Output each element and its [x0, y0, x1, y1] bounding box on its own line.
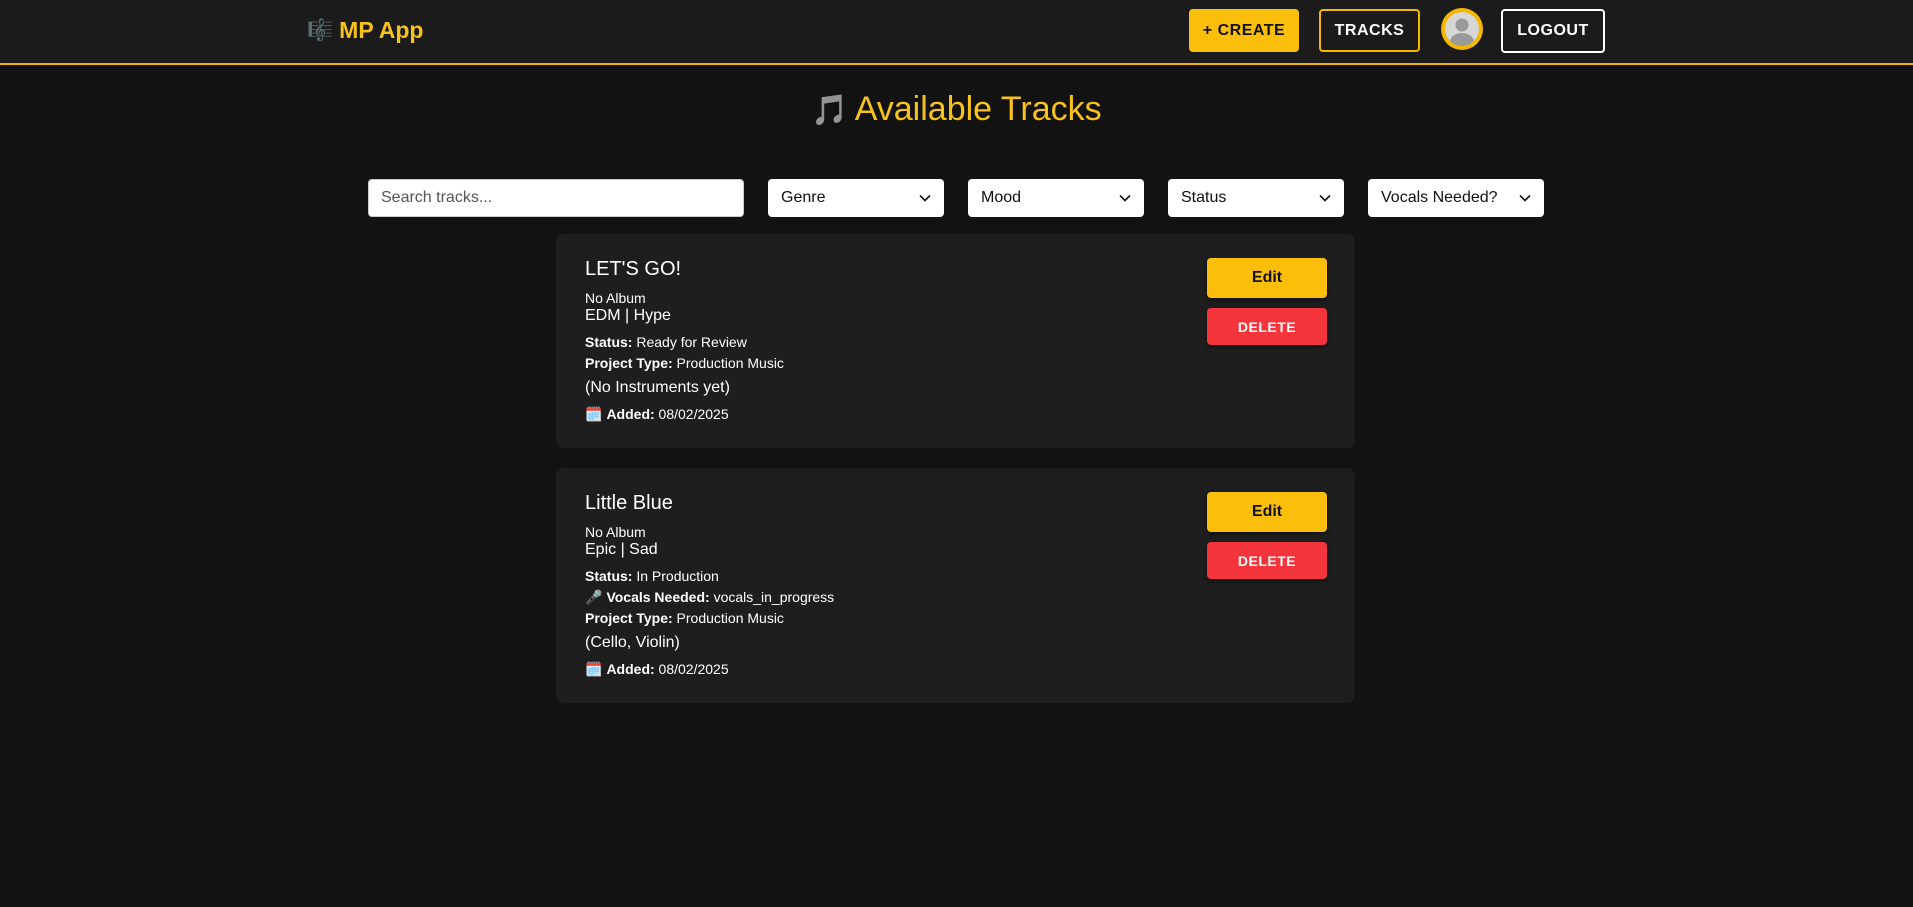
project-type-label: Project Type: — [585, 610, 673, 626]
track-genre-mood: Epic | Sad — [585, 541, 658, 558]
mood-select-value: Mood — [981, 189, 1022, 206]
page-title-text: Available Tracks — [854, 90, 1102, 128]
added-date: 08/02/2025 — [658, 661, 729, 677]
calendar-icon: 🗓️ — [585, 661, 603, 677]
track-title: Little Blue — [585, 492, 673, 514]
chevron-down-icon — [919, 194, 931, 202]
track-title: LET'S GO! — [585, 258, 682, 280]
track-added: 🗓️ Added: 08/02/2025 — [585, 661, 729, 678]
track-album: No Album — [585, 290, 646, 306]
delete-button[interactable]: DELETE — [1207, 308, 1327, 345]
track-card: LET'S GO! No Album EDM | Hype Status: Re… — [556, 234, 1355, 448]
track-project-type: Project Type: Production Music — [585, 355, 784, 371]
user-avatar-icon — [1445, 12, 1479, 46]
vocals-value: vocals_in_progress — [713, 589, 835, 605]
project-type-value: Production Music — [676, 355, 784, 371]
track-project-type: Project Type: Production Music — [585, 610, 784, 626]
logout-button[interactable]: LOGOUT — [1501, 9, 1605, 53]
vocals-select[interactable]: Vocals Needed? — [1368, 179, 1544, 217]
track-album: No Album — [585, 524, 646, 540]
chevron-down-icon — [1119, 194, 1131, 202]
top-navbar: 🎼 MP App + CREATE TRACKS LOGOUT — [0, 0, 1913, 65]
microphone-icon: 🎤 — [585, 589, 603, 605]
chevron-down-icon — [1519, 194, 1531, 202]
project-type-label: Project Type: — [585, 355, 673, 371]
vocals-select-value: Vocals Needed? — [1381, 189, 1498, 206]
search-input[interactable] — [368, 179, 744, 217]
status-select[interactable]: Status — [1168, 179, 1344, 217]
edit-button[interactable]: Edit — [1207, 258, 1327, 298]
create-button[interactable]: + CREATE — [1189, 9, 1299, 52]
brand[interactable]: 🎼 MP App — [307, 16, 424, 44]
delete-button[interactable]: DELETE — [1207, 542, 1327, 579]
chevron-down-icon — [1319, 194, 1331, 202]
project-type-value: Production Music — [676, 610, 784, 626]
status-label: Status: — [585, 568, 633, 584]
music-score-icon: 🎼 — [307, 18, 334, 42]
status-label: Status: — [585, 334, 633, 350]
added-label: Added: — [606, 406, 655, 422]
track-vocals-needed: 🎤 Vocals Needed: vocals_in_progress — [585, 589, 834, 606]
vocals-label: Vocals Needed: — [606, 589, 710, 605]
track-instruments: (No Instruments yet) — [585, 379, 730, 396]
status-value: Ready for Review — [636, 334, 747, 350]
track-added: 🗓️ Added: 08/02/2025 — [585, 406, 729, 423]
track-status: Status: In Production — [585, 568, 719, 584]
track-card: Little Blue No Album Epic | Sad Status: … — [556, 468, 1355, 703]
status-value: In Production — [636, 568, 719, 584]
genre-select[interactable]: Genre — [768, 179, 944, 217]
edit-button[interactable]: Edit — [1207, 492, 1327, 532]
added-label: Added: — [606, 661, 655, 677]
mood-select[interactable]: Mood — [968, 179, 1144, 217]
tracks-button[interactable]: TRACKS — [1319, 9, 1420, 52]
status-select-value: Status — [1181, 189, 1227, 206]
genre-select-value: Genre — [781, 189, 826, 206]
page-title: 🎵 Available Tracks — [0, 90, 1913, 129]
calendar-icon: 🗓️ — [585, 406, 603, 422]
track-instruments: (Cello, Violin) — [585, 634, 680, 651]
added-date: 08/02/2025 — [658, 406, 729, 422]
track-genre-mood: EDM | Hype — [585, 307, 671, 324]
avatar[interactable] — [1441, 8, 1483, 50]
music-note-icon: 🎵 — [811, 94, 849, 127]
track-status: Status: Ready for Review — [585, 334, 747, 350]
brand-name: MP App — [339, 16, 424, 43]
